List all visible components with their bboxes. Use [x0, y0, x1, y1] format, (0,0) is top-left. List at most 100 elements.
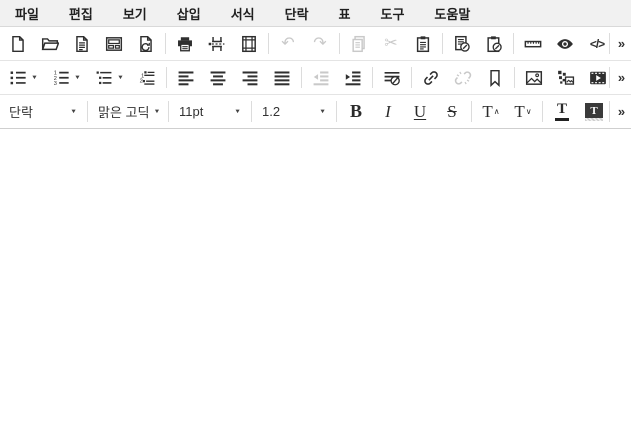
background-color-icon: T: [585, 103, 603, 121]
indent-icon: [344, 69, 362, 87]
page-setup-icon: [240, 35, 258, 53]
menu-item-file[interactable]: 파일: [0, 0, 54, 26]
ruler-button[interactable]: [517, 30, 549, 58]
page-setup-button[interactable]: [233, 30, 265, 58]
align-left-button[interactable]: [170, 64, 202, 92]
caret-down-icon: ▼: [31, 75, 38, 81]
undo-button[interactable]: ↶: [272, 30, 304, 58]
font-size-select[interactable]: 11pt ▼: [172, 99, 248, 125]
page-break-button[interactable]: [201, 30, 233, 58]
svg-text:2: 2: [140, 78, 143, 84]
caret-down-icon: ▼: [153, 109, 160, 115]
menu-item-insert[interactable]: 삽입: [162, 0, 216, 26]
font-size-value: 11pt: [179, 104, 230, 119]
toolbar-row1-more-button[interactable]: »: [613, 30, 630, 58]
cut-button[interactable]: ✂: [375, 30, 407, 58]
toolbar-separator: [471, 101, 472, 122]
bold-button[interactable]: B: [340, 98, 372, 126]
toolbar-separator: [87, 101, 88, 122]
link-button[interactable]: [415, 64, 447, 92]
menu-item-format[interactable]: 서식: [216, 0, 270, 26]
document-restore-button[interactable]: [130, 30, 162, 58]
ruler-icon: [524, 35, 542, 53]
menu-item-tools[interactable]: 도구: [366, 0, 420, 26]
paste-button[interactable]: [407, 30, 439, 58]
bookmark-button[interactable]: [479, 64, 511, 92]
toolbar-separator: [168, 101, 169, 122]
bullet-list-button[interactable]: ▼: [2, 64, 45, 92]
toolbar-row1-overflow: »: [606, 27, 631, 60]
menu-item-label: 도구: [381, 4, 405, 23]
italic-button[interactable]: I: [372, 98, 404, 126]
background-color-button[interactable]: T: [578, 98, 606, 126]
clipboard-edit-button[interactable]: [478, 30, 510, 58]
outdent-button[interactable]: [305, 64, 337, 92]
indent-button[interactable]: [337, 64, 369, 92]
toolbar-separator: [442, 33, 443, 54]
document-restore-icon: [137, 35, 155, 53]
editor-root: 파일편집보기 삽입 서식단락 표 도구 도움말 ↶ ↷ ✂ </> » ▼ 123 ▼ ▼ 12 » 단…: [0, 0, 631, 421]
copy-button[interactable]: [343, 30, 375, 58]
clear-formatting-icon: [383, 69, 401, 87]
toolbar-separator: [165, 33, 166, 54]
caret-down-icon: ▼: [74, 75, 81, 81]
image-icon: [525, 69, 543, 87]
hatch-swatch: [585, 118, 603, 121]
subscript-button[interactable]: T∨: [507, 98, 539, 126]
document-text-button[interactable]: [66, 30, 98, 58]
menu-item-label: 표: [339, 4, 351, 23]
link-icon: [422, 69, 440, 87]
undo-icon: ↶: [281, 36, 294, 52]
outline-list-button[interactable]: 12: [131, 64, 163, 92]
numbered-list-button[interactable]: 123 ▼: [45, 64, 88, 92]
photo-gallery-icon: [557, 69, 575, 87]
multilevel-list-icon: [95, 69, 113, 87]
toolbar-row3-more-button[interactable]: »: [613, 98, 630, 126]
superscript-button[interactable]: T∧: [475, 98, 507, 126]
image-button[interactable]: [518, 64, 550, 92]
editor-content-area[interactable]: [0, 129, 631, 421]
clear-formatting-button[interactable]: [376, 64, 408, 92]
menu-item-view[interactable]: 보기: [108, 0, 162, 26]
menu-item-label: 삽입: [177, 4, 201, 23]
cut-icon: ✂: [384, 36, 397, 52]
video-button[interactable]: [582, 64, 606, 92]
menu-item-edit[interactable]: 편집: [54, 0, 108, 26]
toolbar-separator: [609, 67, 610, 88]
outdent-icon: [312, 69, 330, 87]
menu-item-help[interactable]: 도움말: [419, 0, 485, 26]
open-file-button[interactable]: [34, 30, 66, 58]
new-document-button[interactable]: [2, 30, 34, 58]
font-family-select[interactable]: 맑은 고딕▼: [91, 99, 165, 125]
strikethrough-button[interactable]: S: [436, 98, 468, 126]
align-right-button[interactable]: [234, 64, 266, 92]
photo-gallery-button[interactable]: [550, 64, 582, 92]
toolbar-separator: [336, 101, 337, 122]
multilevel-list-button[interactable]: ▼: [88, 64, 131, 92]
caret-down-icon: ▼: [117, 75, 124, 81]
caret-down-icon: ▼: [234, 109, 241, 115]
line-height-select[interactable]: 1.2▼: [255, 99, 333, 125]
menu-item-paragraph[interactable]: 단락: [270, 0, 324, 26]
redo-button[interactable]: ↷: [304, 30, 336, 58]
preview-eye-button[interactable]: [549, 30, 581, 58]
template-button[interactable]: [98, 30, 130, 58]
menu-item-table[interactable]: 표: [324, 0, 366, 26]
text-color-icon: T: [555, 102, 569, 121]
toolbar-separator: [268, 33, 269, 54]
align-center-button[interactable]: [202, 64, 234, 92]
unlink-button[interactable]: [447, 64, 479, 92]
toolbar-row2-more-button[interactable]: »: [613, 64, 630, 92]
underline-button[interactable]: U: [404, 98, 436, 126]
text-color-button[interactable]: T: [546, 98, 578, 126]
paragraph-style-select[interactable]: 단락▼: [2, 99, 84, 125]
document-edit-button[interactable]: [446, 30, 478, 58]
toolbar-row1: ↶ ↷ ✂ </> »: [0, 27, 631, 61]
align-justify-button[interactable]: [266, 64, 298, 92]
bookmark-icon: [486, 69, 504, 87]
source-code-button[interactable]: </>: [581, 30, 606, 58]
print-button[interactable]: [169, 30, 201, 58]
numbered-list-icon: 123: [52, 69, 70, 87]
svg-text:3: 3: [54, 80, 57, 86]
toolbar-separator: [339, 33, 340, 54]
